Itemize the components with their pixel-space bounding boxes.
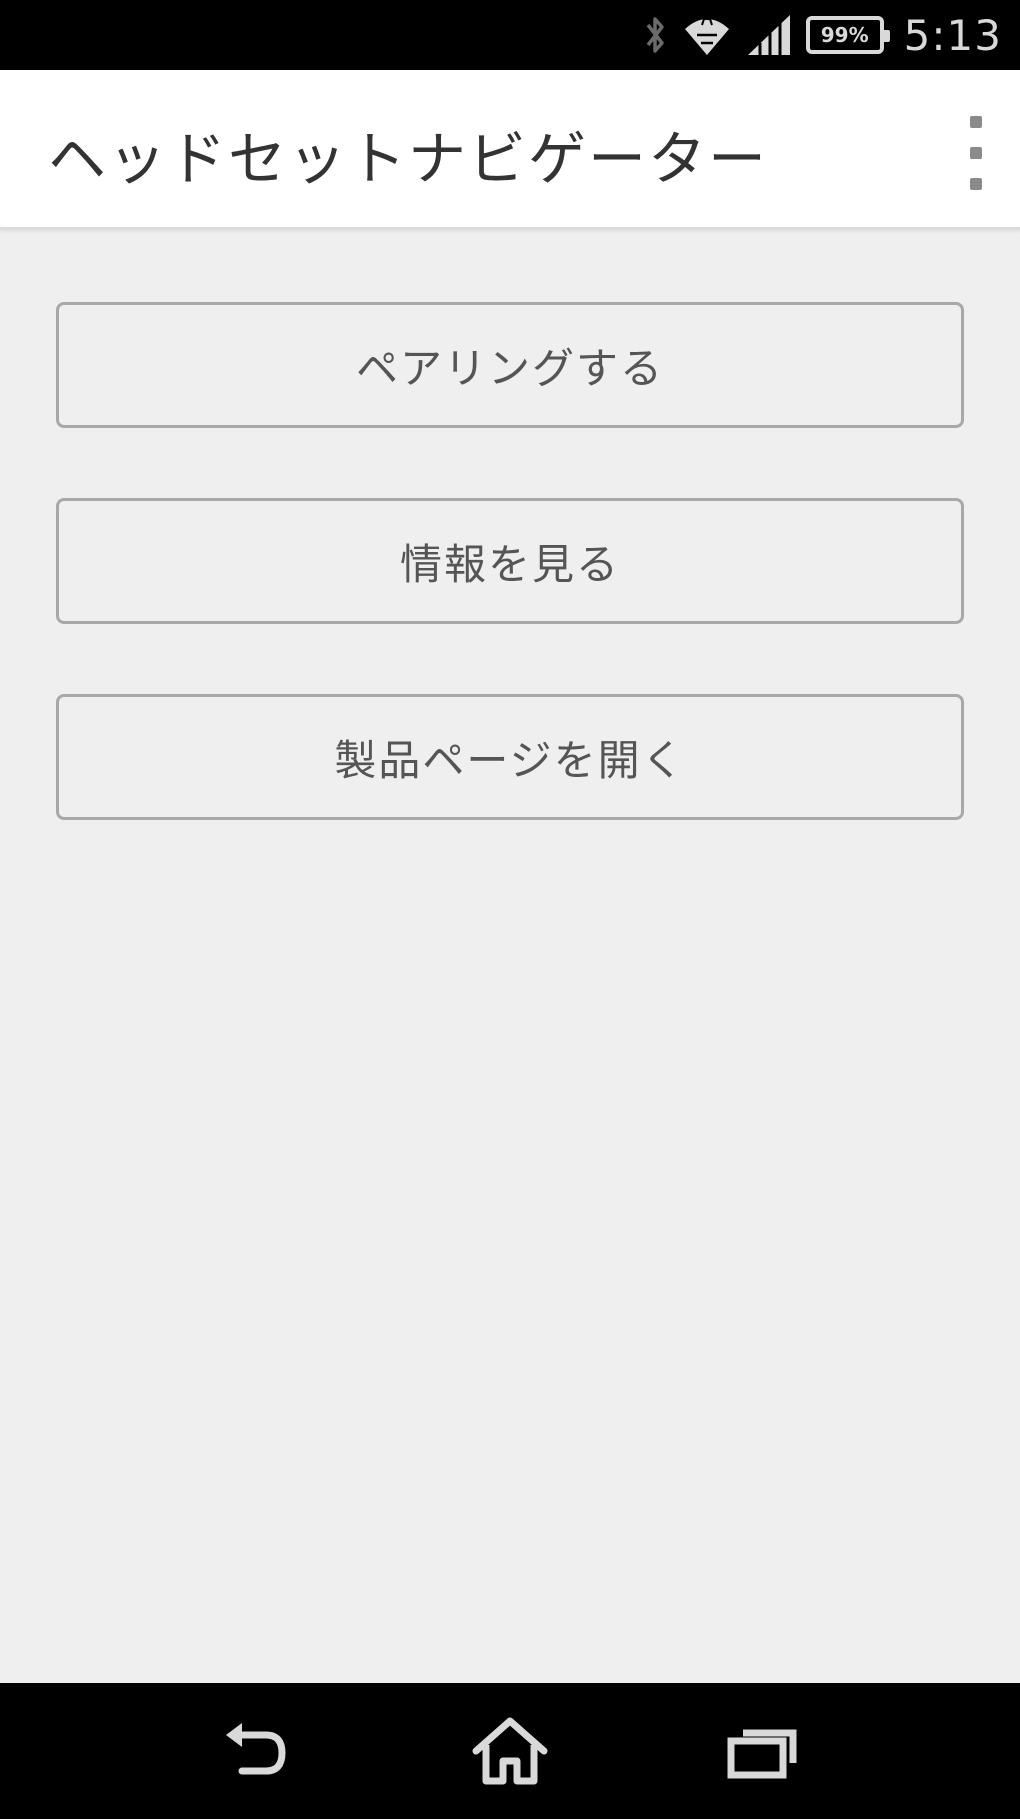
back-icon[interactable]: [207, 1706, 307, 1796]
overflow-dot: [970, 178, 982, 190]
open-product-page-button[interactable]: 製品ページを開く: [56, 694, 964, 820]
home-icon[interactable]: [460, 1706, 560, 1796]
bluetooth-icon: [642, 13, 668, 57]
overflow-menu-icon[interactable]: [956, 116, 996, 190]
button-list: ペアリングする 情報を見る 製品ページを開く: [56, 302, 964, 890]
status-time: 5:13: [903, 10, 1002, 60]
app-title: ヘッドセットナビゲーター: [48, 125, 769, 193]
view-info-button[interactable]: 情報を見る: [56, 498, 964, 624]
screen: 99% 5:13 ヘッドセットナビゲーター ペアリングする 情報を見る 製品ペー…: [0, 0, 1020, 1819]
pairing-button[interactable]: ペアリングする: [56, 302, 964, 428]
navigation-bar: [0, 1683, 1020, 1819]
overflow-dot: [970, 116, 982, 128]
action-bar: ヘッドセットナビゲーター: [0, 70, 1020, 230]
wifi-icon: [682, 13, 732, 57]
status-bar: 99% 5:13: [0, 0, 1020, 70]
recent-apps-icon[interactable]: [713, 1706, 813, 1796]
overflow-dot: [970, 147, 982, 159]
battery-icon: 99%: [805, 16, 890, 54]
signal-icon: [746, 13, 792, 57]
battery-level: 99%: [820, 23, 869, 47]
